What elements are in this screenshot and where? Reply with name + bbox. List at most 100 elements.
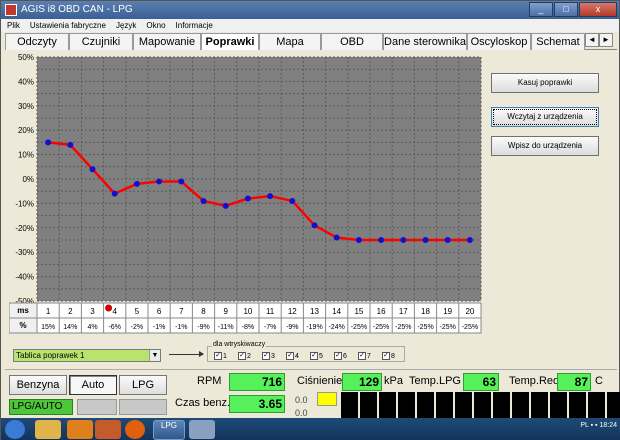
paint-icon[interactable] bbox=[189, 420, 215, 439]
tab-controller-data[interactable]: Dane sterownika bbox=[383, 33, 467, 50]
checkbox-label: 3 bbox=[271, 352, 275, 360]
correction-table-value: Tablica poprawek 1 bbox=[16, 351, 85, 360]
petrol-time-label: Czas benz. bbox=[175, 397, 231, 409]
injector-cell bbox=[341, 392, 358, 406]
title-bar: AGIS i8 OBD CAN - LPG _ □ x bbox=[1, 1, 619, 19]
checkbox-label: 2 bbox=[247, 352, 251, 360]
petrol-button[interactable]: Benzyna bbox=[9, 375, 67, 395]
x-tick-label: 19 bbox=[443, 307, 452, 316]
app-icon-taskbar[interactable] bbox=[95, 420, 121, 439]
tab-map[interactable]: Mapa bbox=[259, 33, 321, 50]
injector-cell bbox=[341, 405, 358, 419]
small-value-2: 0.0 bbox=[295, 408, 308, 418]
injector-checkbox-1[interactable]: ✓ 1 bbox=[214, 352, 227, 360]
corrections-chart: 50% 40% 30% 20% 10% 0% -10% -20% -30% -40% -50% ms%… bbox=[9, 51, 483, 337]
injector-checkbox-5[interactable]: ✓ 5 bbox=[310, 352, 323, 360]
value-label: -25% bbox=[440, 324, 456, 331]
tab-oscilloscope[interactable]: Oscyloskop bbox=[467, 33, 531, 50]
checkbox-label: 1 bbox=[223, 352, 227, 360]
menu-item-plik[interactable]: Plik bbox=[7, 19, 20, 32]
checkbox-box[interactable]: ✓ bbox=[238, 352, 246, 360]
value-label: -9% bbox=[286, 324, 298, 331]
data-point bbox=[355, 237, 362, 243]
injector-cell bbox=[474, 405, 491, 419]
data-point bbox=[422, 237, 429, 243]
x-tick-label: 7 bbox=[179, 307, 184, 316]
value-label: -8% bbox=[242, 324, 254, 331]
injector-checkbox-8[interactable]: ✓ 8 bbox=[382, 352, 395, 360]
write-to-device-button[interactable]: Wpisz do urządzenia bbox=[491, 136, 599, 156]
checkbox-box[interactable]: ✓ bbox=[262, 352, 270, 360]
chevron-down-icon[interactable]: ▼ bbox=[149, 350, 160, 361]
menu-item-information[interactable]: Informacje bbox=[176, 19, 213, 32]
data-point bbox=[244, 195, 251, 202]
checkbox-box[interactable]: ✓ bbox=[286, 352, 294, 360]
menu-item-factory-settings[interactable]: Ustawienia fabryczne bbox=[30, 19, 106, 32]
checkbox-box[interactable]: ✓ bbox=[310, 352, 318, 360]
firefox-icon[interactable] bbox=[125, 420, 145, 439]
temp-lpg-value: 63 bbox=[463, 373, 499, 391]
checkbox-box[interactable]: ✓ bbox=[334, 352, 342, 360]
menu-item-language[interactable]: Język bbox=[116, 19, 136, 32]
correction-table-select[interactable]: Tablica poprawek 1 ▼ bbox=[13, 349, 161, 362]
tab-corrections[interactable]: Poprawki bbox=[201, 33, 259, 50]
checkbox-box[interactable]: ✓ bbox=[358, 352, 366, 360]
data-point bbox=[156, 178, 163, 185]
maximize-button[interactable]: □ bbox=[554, 2, 578, 17]
injector-checkbox-4[interactable]: ✓ 4 bbox=[286, 352, 299, 360]
value-label: -1% bbox=[175, 324, 187, 331]
checkbox-box[interactable]: ✓ bbox=[382, 352, 390, 360]
start-icon[interactable] bbox=[5, 420, 25, 439]
folder-icon[interactable] bbox=[35, 420, 61, 439]
checkbox-label: 7 bbox=[367, 352, 371, 360]
injector-checkbox-2[interactable]: ✓ 2 bbox=[238, 352, 251, 360]
temp-lpg-label: Temp.LPG bbox=[409, 375, 461, 387]
injector-checkbox-7[interactable]: ✓ 7 bbox=[358, 352, 371, 360]
injector-cell bbox=[455, 392, 472, 406]
x-tick-label: 4 bbox=[112, 307, 117, 316]
tab-scroll-right-button[interactable]: ► bbox=[599, 33, 613, 47]
data-point bbox=[178, 178, 185, 185]
y-tick-label: -20% bbox=[15, 224, 34, 233]
tab-bar: Odczyty Czujniki Mapowanie Poprawki Mapa… bbox=[5, 33, 617, 50]
pressure-unit: kPa bbox=[384, 375, 403, 387]
clear-corrections-button[interactable]: Kasuj poprawki bbox=[491, 73, 599, 93]
x-tick-label: 3 bbox=[90, 307, 95, 316]
injector-yellow-indicator bbox=[317, 392, 337, 406]
tab-schematic[interactable]: Schemat bbox=[531, 33, 585, 50]
injector-checkbox-6[interactable]: ✓ 6 bbox=[334, 352, 347, 360]
value-label: 4% bbox=[87, 324, 97, 331]
injector-cell bbox=[379, 392, 396, 406]
tab-scroll-left-button[interactable]: ◄ bbox=[585, 33, 599, 47]
minimize-button[interactable]: _ bbox=[529, 2, 553, 17]
media-player-icon[interactable] bbox=[67, 420, 93, 439]
injector-cell bbox=[569, 392, 586, 406]
x-tick-label: 15 bbox=[354, 307, 363, 316]
injectors-legend: dla wtryskiwaczy bbox=[212, 341, 267, 348]
app-window: AGIS i8 OBD CAN - LPG _ □ x Plik Ustawie… bbox=[0, 0, 620, 440]
data-point bbox=[444, 237, 451, 243]
injector-cell bbox=[436, 405, 453, 419]
y-tick-label: 40% bbox=[18, 77, 34, 86]
injector-checkbox-3[interactable]: ✓ 3 bbox=[262, 352, 275, 360]
auto-button[interactable]: Auto bbox=[69, 375, 117, 395]
menu-item-window[interactable]: Okno bbox=[146, 19, 165, 32]
tab-mapping[interactable]: Mapowanie bbox=[133, 33, 201, 50]
lpg-taskbar-button[interactable]: LPG bbox=[153, 420, 185, 440]
checkbox-box[interactable]: ✓ bbox=[214, 352, 222, 360]
tab-readings[interactable]: Odczyty bbox=[5, 33, 69, 50]
tab-sensors[interactable]: Czujniki bbox=[69, 33, 133, 50]
data-point bbox=[311, 222, 318, 229]
close-button[interactable]: x bbox=[579, 2, 617, 17]
value-label: -9% bbox=[197, 324, 209, 331]
injector-cell bbox=[550, 405, 567, 419]
tab-obd[interactable]: OBD bbox=[321, 33, 383, 50]
load-from-device-button[interactable]: Wczytaj z urządzenia bbox=[491, 107, 599, 127]
injector-cell bbox=[398, 392, 415, 406]
x-tick-label: 18 bbox=[421, 307, 430, 316]
corrections-chart-svg[interactable]: 50%40%30%20%10%0%-10%-20%-30%-40%-50%ms%… bbox=[9, 51, 483, 337]
lpg-button[interactable]: LPG bbox=[119, 375, 167, 395]
injector-cell bbox=[569, 405, 586, 419]
injector-cell bbox=[379, 405, 396, 419]
data-point bbox=[333, 234, 340, 241]
